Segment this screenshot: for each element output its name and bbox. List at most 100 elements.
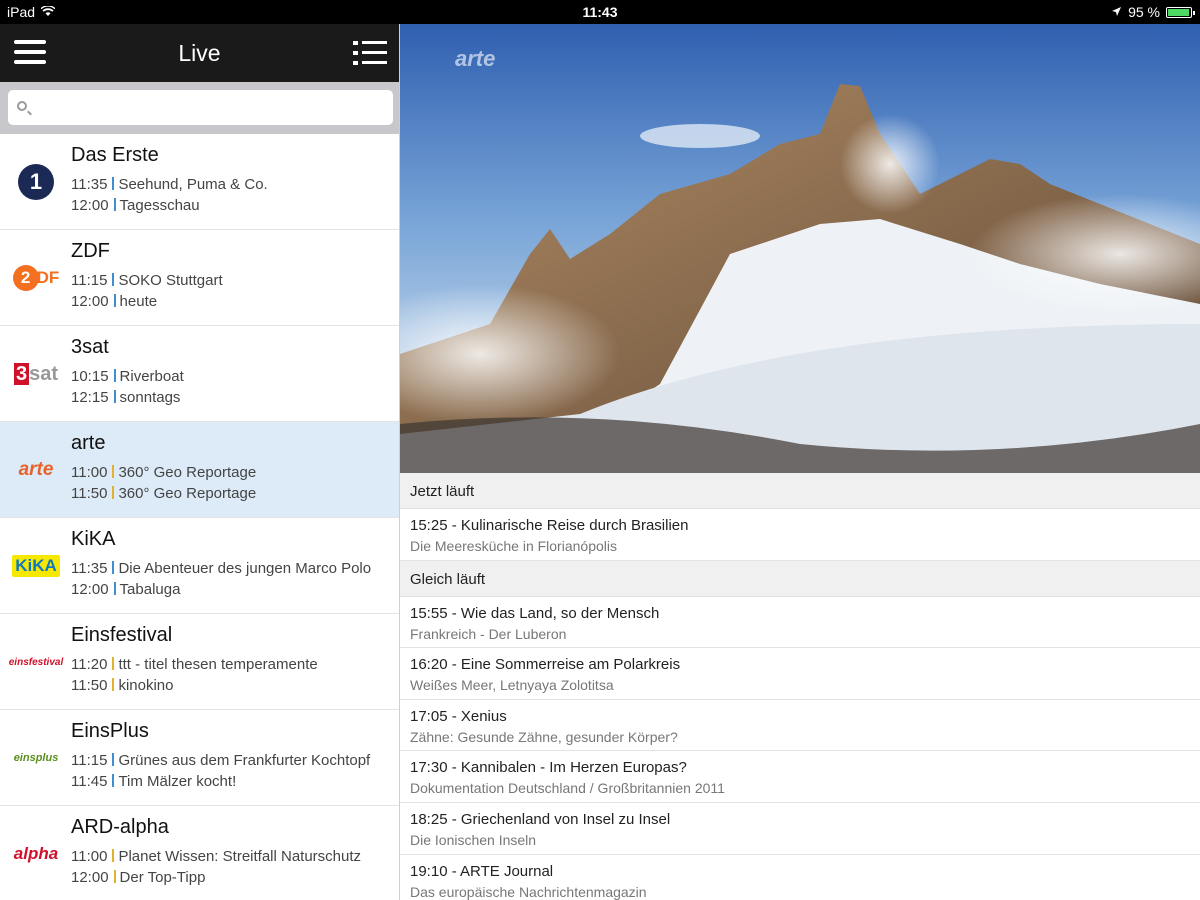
channel-name: EinsPlus: [71, 720, 149, 742]
next-program: 11:50 360° Geo Reportage: [71, 485, 389, 502]
battery-percent: 95 %: [1128, 4, 1160, 20]
program-subtitle: Zähne: Gesunde Zähne, gesunder Körper?: [410, 728, 678, 745]
program-time: 11:35: [71, 176, 108, 193]
program-title: 17:05 - Xenius: [410, 707, 507, 725]
status-bar: iPad 11:43 95 %: [0, 0, 1200, 24]
program-title: Tabaluga: [119, 581, 181, 598]
3sat-logo-text: sat: [29, 362, 59, 385]
program-time: 12:00: [71, 581, 109, 598]
separator-bar: [112, 753, 115, 766]
current-program: 10:15 Riverboat: [71, 368, 389, 385]
zdf-logo-text: DF: [36, 268, 60, 287]
channel-row-kika[interactable]: KiKA KiKA 11:35 Die Abenteuer des jungen …: [0, 518, 399, 614]
program-title: Tagesschau: [119, 197, 200, 214]
channel-name: ARD-alpha: [71, 816, 169, 838]
channel-row-3sat[interactable]: 3 sat 3sat 10:15 Riverboat 12:15 sonntags: [0, 326, 399, 422]
program-title: 360° Geo Reportage: [118, 485, 257, 502]
program-subtitle: Frankreich - Der Luberon: [410, 625, 567, 642]
detail-panel: arte Jetzt läuft 15:25 - Kulinarische Re…: [400, 24, 1200, 900]
zdf-logo: 2 DF: [8, 260, 64, 296]
separator-bar: [113, 294, 116, 307]
program-title: 18:25 - Griechenland von Insel zu Insel: [410, 810, 671, 828]
current-program: 11:20 ttt - titel thesen temperamente: [71, 656, 389, 673]
das-erste-logo: 1: [8, 164, 64, 200]
separator-bar: [112, 465, 115, 478]
clock: 11:43: [582, 4, 618, 20]
program-time: 12:00: [71, 293, 109, 310]
program-title: 15:25 - Kulinarische Reise durch Brasili…: [410, 517, 689, 534]
next-program: 11:50 kinokino: [71, 677, 389, 694]
channel-list: 1 Das Erste 11:35 Seehund, Puma & Co. 12:…: [0, 134, 399, 900]
mountain-video-frame: [400, 24, 1200, 473]
channel-row-einsfestival[interactable]: einsfestival Einsfestival 11:20 ttt - tit…: [0, 614, 399, 710]
program-time: 12:00: [71, 869, 109, 886]
program-time: 11:15: [71, 752, 108, 769]
next-program: 12:15 sonntags: [71, 389, 389, 406]
program-title: ttt - titel thesen temperamente: [118, 656, 318, 673]
channel-sidebar: Live 1 Das Erste 11:35 Seehund, Puma & Co…: [0, 24, 400, 900]
channel-name: 3sat: [71, 336, 109, 358]
channel-name: ZDF: [71, 240, 110, 262]
separator-bar: [113, 390, 116, 403]
current-program: 11:00 Planet Wissen: Streitfall Naturschu…: [71, 848, 389, 865]
ard-alpha-logo: alpha: [8, 836, 64, 872]
search-input[interactable]: [38, 94, 385, 122]
program-item[interactable]: 15:55 - Wie das Land, so der Mensch Fran…: [400, 597, 1200, 649]
zdf-logo-circle: 2: [12, 265, 39, 291]
zdf-logo-mark: 2 DF: [12, 265, 60, 291]
program-title: Planet Wissen: Streitfall Naturschutz: [118, 848, 362, 865]
program-guide: Jetzt läuft 15:25 - Kulinarische Reise d…: [400, 473, 1200, 900]
next-program: 12:00 heute: [71, 293, 389, 310]
next-program: 12:00 Tagesschau: [71, 197, 389, 214]
program-title: 15:55 - Wie das Land, so der Mensch: [410, 604, 660, 622]
program-subtitle: Dokumentation Deutschland / Großbritanni…: [410, 780, 725, 797]
program-time: 10:15: [71, 368, 109, 385]
program-item[interactable]: 19:10 - ARTE Journal Das europäische Nac…: [400, 855, 1200, 900]
program-item[interactable]: 15:25 - Kulinarische Reise durch Brasili…: [400, 509, 1200, 561]
current-program: 11:15 SOKO Stuttgart: [71, 272, 389, 289]
kika-logo-mark: KiKA: [12, 555, 60, 577]
page-title: Live: [178, 40, 221, 66]
das-erste-logo-mark: 1: [18, 164, 54, 200]
einsfestival-logo-mark: einsfestival: [8, 656, 64, 668]
separator-bar: [112, 657, 115, 670]
arte-watermark: arte: [455, 46, 496, 71]
program-item[interactable]: 18:25 - Griechenland von Insel zu Insel …: [400, 803, 1200, 855]
current-program: 11:35 Seehund, Puma & Co.: [71, 176, 389, 193]
list-view-icon[interactable]: [353, 39, 387, 67]
separator-bar: [112, 849, 115, 862]
current-program: 11:35 Die Abenteuer des jungen Marco Polo: [71, 560, 389, 577]
3sat-logo-number: 3: [13, 362, 30, 385]
battery-fill: [1168, 8, 1189, 16]
program-title: Die Abenteuer des jungen Marco Polo: [118, 560, 372, 577]
channel-row-zdf[interactable]: 2 DF ZDF 11:15 SOKO Stuttgart 12:00 heute: [0, 230, 399, 326]
einsplus-logo-mark: einsplus: [13, 752, 59, 764]
program-time: 11:50: [71, 485, 108, 502]
program-time: 11:45: [71, 773, 108, 790]
separator-bar: [112, 177, 115, 190]
program-item[interactable]: 16:20 - Eine Sommerreise am Polarkreis W…: [400, 648, 1200, 700]
3sat-logo: 3 sat: [8, 356, 64, 392]
program-time: 11:00: [71, 848, 108, 865]
program-item[interactable]: 17:05 - Xenius Zähne: Gesunde Zähne, ges…: [400, 700, 1200, 752]
search-bar: [0, 82, 399, 134]
einsfestival-logo: einsfestival: [8, 644, 64, 680]
program-subtitle: Die Meeresküche in Florianópolis: [410, 538, 617, 554]
section-header-now: Jetzt läuft: [400, 473, 1200, 509]
channel-row-einsplus[interactable]: einsplus EinsPlus 11:15 Grünes aus dem Fr…: [0, 710, 399, 806]
program-title: Der Top-Tipp: [119, 869, 206, 886]
program-subtitle: Weißes Meer, Letnyaya Zolotitsa: [410, 677, 614, 694]
program-title: Riverboat: [119, 368, 184, 385]
program-title: 17:30 - Kannibalen - Im Herzen Europas?: [410, 759, 687, 777]
channel-row-das-erste[interactable]: 1 Das Erste 11:35 Seehund, Puma & Co. 12:…: [0, 134, 399, 230]
program-time: 11:15: [71, 272, 108, 289]
search-box[interactable]: [8, 90, 393, 125]
channel-row-ard-alpha[interactable]: alpha ARD-alpha 11:00 Planet Wissen: Stre…: [0, 806, 399, 900]
program-item[interactable]: 17:30 - Kannibalen - Im Herzen Europas? …: [400, 751, 1200, 803]
separator-bar: [113, 870, 116, 883]
battery-icon: [1166, 6, 1195, 18]
video-player[interactable]: arte: [400, 24, 1200, 473]
current-program: 11:15 Grünes aus dem Frankfurter Kochtopf: [71, 752, 389, 769]
channel-row-arte[interactable]: arte arte 11:00 360° Geo Reportage 11:50 3…: [0, 422, 399, 518]
program-subtitle: Das europäische Nachrichtenmagazin: [410, 883, 647, 900]
